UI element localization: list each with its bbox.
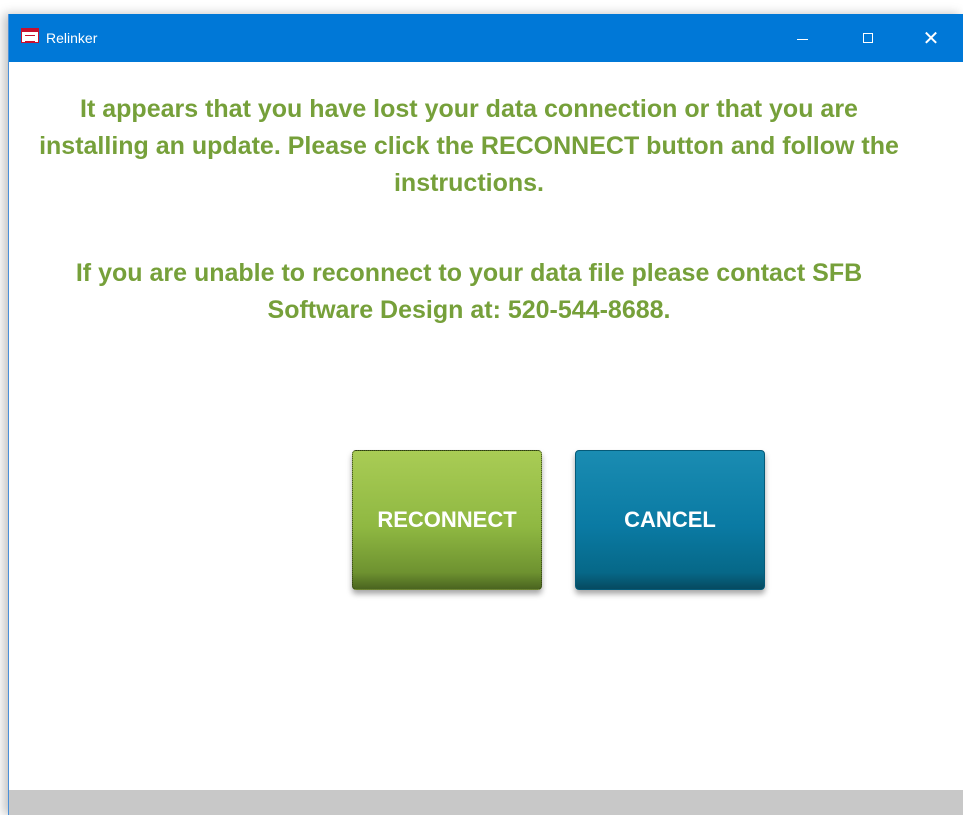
minimize-icon bbox=[796, 38, 808, 40]
title-bar[interactable]: Relinker ✕ bbox=[9, 14, 963, 62]
maximize-button[interactable] bbox=[845, 14, 891, 62]
reconnect-button-label: RECONNECT bbox=[377, 507, 517, 532]
status-bar bbox=[9, 790, 963, 815]
access-form-icon bbox=[21, 28, 39, 43]
reconnect-button[interactable]: RECONNECT bbox=[352, 450, 542, 590]
maximize-icon bbox=[863, 33, 873, 43]
close-button[interactable]: ✕ bbox=[908, 14, 954, 62]
cancel-button-label: CANCEL bbox=[624, 507, 716, 532]
connection-lost-message: It appears that you have lost your data … bbox=[39, 95, 899, 197]
cancel-button[interactable]: CANCEL bbox=[575, 450, 765, 590]
window-title: Relinker bbox=[46, 30, 98, 46]
close-icon: ✕ bbox=[922, 26, 940, 50]
minimize-button[interactable] bbox=[779, 14, 825, 62]
relinker-window: Relinker ✕ It appears that you have lost… bbox=[8, 14, 963, 815]
contact-support-message: If you are unable to reconnect to your d… bbox=[75, 259, 863, 324]
